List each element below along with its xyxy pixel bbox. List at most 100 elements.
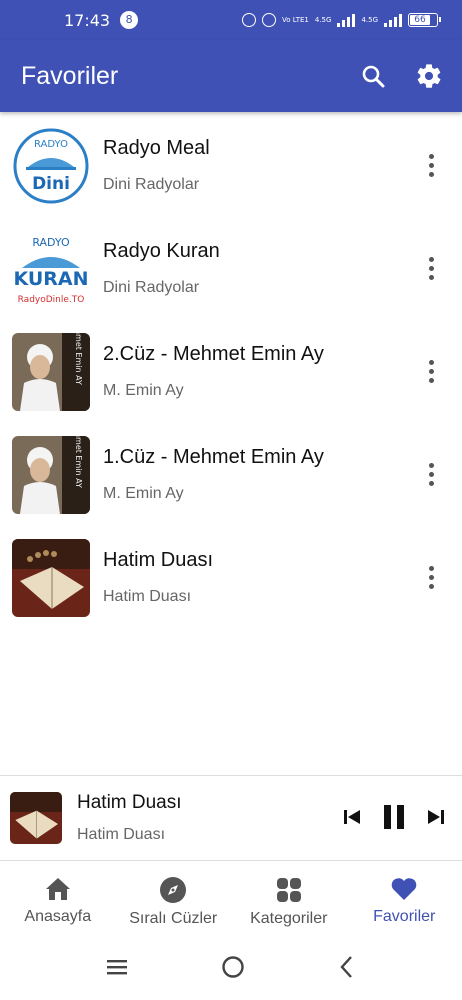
- next-button[interactable]: [426, 807, 446, 831]
- more-vert-icon-dot: [428, 172, 434, 177]
- thumb-text: Mehmet Emin AY: [74, 333, 83, 385]
- heart-icon: [391, 878, 417, 900]
- more-options-button[interactable]: [420, 355, 442, 389]
- more-vert-icon-dot: [428, 472, 434, 477]
- gear-icon: [417, 64, 441, 88]
- more-vert-icon: [428, 154, 434, 159]
- list-item[interactable]: RADYO KURAN RadyoDinle.TO Radyo Kuran Di…: [0, 217, 462, 320]
- back-arrow-icon: [340, 956, 352, 978]
- search-button[interactable]: [358, 61, 388, 91]
- more-options-button[interactable]: [420, 458, 442, 492]
- pause-button[interactable]: [382, 804, 406, 834]
- list-item[interactable]: Mehmet Emin AY 1.Cüz - Mehmet Emin Ay M.…: [0, 423, 462, 526]
- alarm-icon: [242, 13, 257, 27]
- item-subtitle: M. Emin Ay: [103, 485, 184, 502]
- item-subtitle: Dini Radyolar: [103, 176, 200, 193]
- nav-item-kategoriler[interactable]: Kategoriler: [231, 862, 347, 938]
- notification-badge: 8: [120, 11, 139, 29]
- nav-label: Anasayfa: [24, 908, 92, 925]
- now-playing-title: Hatim Duası: [77, 792, 182, 813]
- thumb-text: Mehmet Emin AY: [74, 436, 83, 488]
- system-navigation-bar: [0, 938, 462, 1000]
- nav-label: Sıralı Cüzler: [129, 910, 218, 927]
- nav-item-sirali-cuzler[interactable]: Sıralı Cüzler: [116, 862, 232, 938]
- item-subtitle: Dini Radyolar: [103, 279, 200, 296]
- app-bar: Favoriler: [0, 40, 462, 112]
- mini-player[interactable]: Hatim Duası Hatim Duası: [0, 775, 462, 861]
- home-system-button[interactable]: [221, 955, 245, 983]
- more-vert-icon-dot: [428, 275, 434, 280]
- pause-icon: [384, 805, 404, 829]
- item-text: Hatim Duası Hatim Duası: [103, 549, 213, 606]
- item-text: 1.Cüz - Mehmet Emin Ay M. Emin Ay: [103, 446, 324, 503]
- recent-apps-button[interactable]: [106, 958, 128, 980]
- battery-level: 66: [410, 15, 430, 25]
- volte-label: Vo LTE1: [282, 16, 309, 24]
- compass-icon: [160, 877, 187, 903]
- more-vert-icon-dot: [428, 378, 434, 383]
- reciter-thumbnail: Mehmet Emin AY: [12, 332, 90, 411]
- signal-icon: [337, 13, 356, 27]
- nav-item-home[interactable]: Anasayfa: [0, 862, 116, 938]
- more-vert-icon: [428, 566, 434, 571]
- radyo-meal-logo: RADYO Dini: [12, 126, 90, 205]
- item-title: Radyo Kuran: [103, 240, 220, 262]
- now-playing-text: Hatim Duası Hatim Duası: [77, 792, 182, 844]
- menu-icon: [107, 960, 128, 975]
- item-subtitle: M. Emin Ay: [103, 382, 184, 399]
- nav-label: Favoriler: [373, 908, 436, 925]
- more-vert-icon: [428, 463, 434, 468]
- grid-icon: [276, 878, 301, 902]
- more-vert-icon: [428, 360, 434, 365]
- more-vert-icon-dot: [428, 266, 434, 271]
- previous-button[interactable]: [342, 807, 362, 831]
- favorites-list: RADYO Dini Radyo Meal Dini Radyolar RADY…: [0, 114, 462, 629]
- now-playing-subtitle: Hatim Duası: [77, 826, 166, 843]
- more-vert-icon-dot: [428, 369, 434, 374]
- player-controls: [342, 776, 446, 862]
- item-text: Radyo Meal Dini Radyolar: [103, 137, 210, 194]
- reciter-thumbnail: Mehmet Emin AY: [12, 435, 90, 514]
- search-icon: [362, 65, 385, 88]
- bottom-navigation: Anasayfa Sıralı Cüzler Kategoriler Favor…: [0, 862, 462, 938]
- app-screen: 17:43 8 Vo LTE1 4.5G 4.5G 66 Favoriler R…: [0, 0, 462, 1000]
- more-vert-icon: [428, 257, 434, 262]
- status-time: 17:43: [64, 10, 111, 30]
- network-type-label-2: 4.5G: [361, 16, 378, 24]
- app-bar-actions: [358, 61, 444, 91]
- nav-item-favoriler[interactable]: Favoriler: [347, 862, 462, 938]
- logo-top-text: RADYO: [32, 236, 70, 249]
- home-icon: [45, 878, 70, 900]
- item-title: Hatim Duası: [103, 549, 214, 571]
- more-vert-icon-dot: [428, 163, 434, 168]
- skip-previous-icon: [344, 810, 360, 824]
- item-subtitle: Hatim Duası: [103, 588, 192, 605]
- logo-top-text: RADYO: [34, 139, 68, 150]
- item-title: 2.Cüz - Mehmet Emin Ay: [103, 343, 324, 365]
- logo-main-text: KURAN: [13, 268, 88, 290]
- settings-button[interactable]: [414, 61, 444, 91]
- item-text: 2.Cüz - Mehmet Emin Ay M. Emin Ay: [103, 343, 324, 400]
- more-options-button[interactable]: [420, 149, 442, 183]
- more-vert-icon-dot: [428, 584, 434, 589]
- more-vert-icon-dot: [428, 481, 434, 486]
- status-icons: Vo LTE1 4.5G 4.5G 66: [242, 13, 441, 27]
- logo-main-text: Dini: [32, 174, 70, 194]
- back-button[interactable]: [338, 955, 356, 983]
- signal-icon-2: [384, 13, 402, 27]
- logo-bottom-text: RadyoDinle.TO: [18, 295, 85, 305]
- more-vert-icon-dot: [428, 575, 434, 580]
- item-title: 1.Cüz - Mehmet Emin Ay: [103, 446, 324, 468]
- list-item[interactable]: RADYO Dini Radyo Meal Dini Radyolar: [0, 114, 462, 217]
- quran-thumbnail: [12, 538, 90, 617]
- circle-icon: [222, 956, 244, 978]
- item-title: Radyo Meal: [103, 137, 210, 159]
- page-title: Favoriler: [21, 61, 119, 90]
- item-text: Radyo Kuran Dini Radyolar: [103, 240, 220, 297]
- status-bar: 17:43 8 Vo LTE1 4.5G 4.5G 66: [0, 0, 462, 40]
- list-item[interactable]: Hatim Duası Hatim Duası: [0, 526, 462, 629]
- list-item[interactable]: Mehmet Emin AY 2.Cüz - Mehmet Emin Ay M.…: [0, 320, 462, 423]
- more-options-button[interactable]: [420, 561, 442, 595]
- battery-icon: 66: [408, 13, 441, 27]
- more-options-button[interactable]: [420, 252, 442, 286]
